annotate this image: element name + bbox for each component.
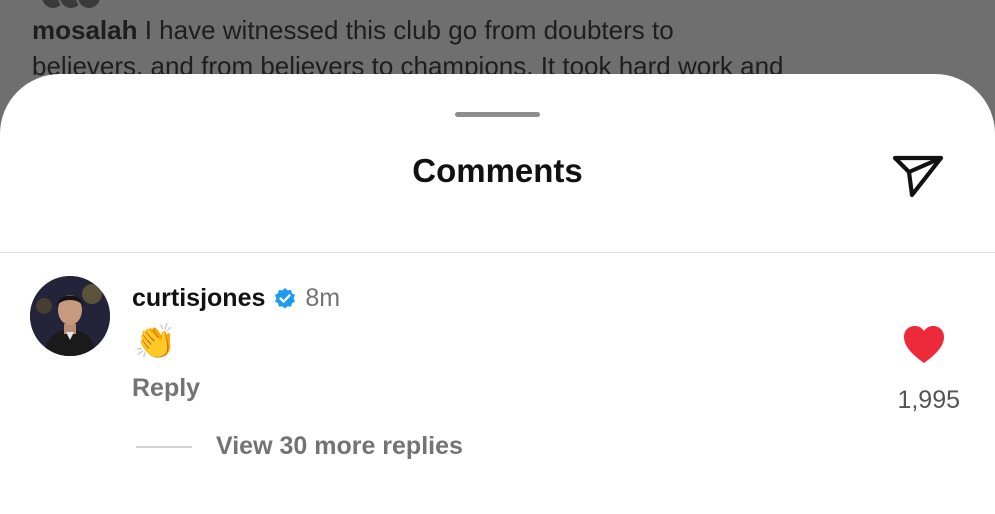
profile-photo xyxy=(30,276,110,356)
caption-text-line-1: I have witnessed this club go from doubt… xyxy=(144,15,674,45)
comment-username[interactable]: curtisjones xyxy=(132,284,265,313)
comment-header: curtisjones 8m xyxy=(132,284,340,313)
caption-username[interactable]: mosalah xyxy=(32,15,138,45)
drag-handle[interactable] xyxy=(455,112,540,117)
send-icon xyxy=(892,155,944,198)
divider xyxy=(0,252,995,253)
reply-button[interactable]: Reply xyxy=(132,374,200,403)
comments-sheet: Comments curtisjones 8m 👏 Reply 1,995 Vi… xyxy=(0,74,995,514)
replies-divider-line xyxy=(136,446,192,448)
like-button[interactable] xyxy=(902,324,946,366)
comment-text: 👏 xyxy=(134,323,177,361)
avatar[interactable] xyxy=(30,276,110,356)
like-count: 1,995 xyxy=(897,386,960,414)
sheet-title: Comments xyxy=(412,152,583,189)
comment-timestamp: 8m xyxy=(305,284,341,312)
liked-by-avatars xyxy=(40,0,102,10)
view-more-replies-button[interactable]: View 30 more replies xyxy=(216,432,463,461)
heart-filled-icon xyxy=(904,326,944,363)
share-button[interactable] xyxy=(888,148,948,202)
verified-badge-icon xyxy=(273,287,297,311)
avatar xyxy=(76,0,102,10)
